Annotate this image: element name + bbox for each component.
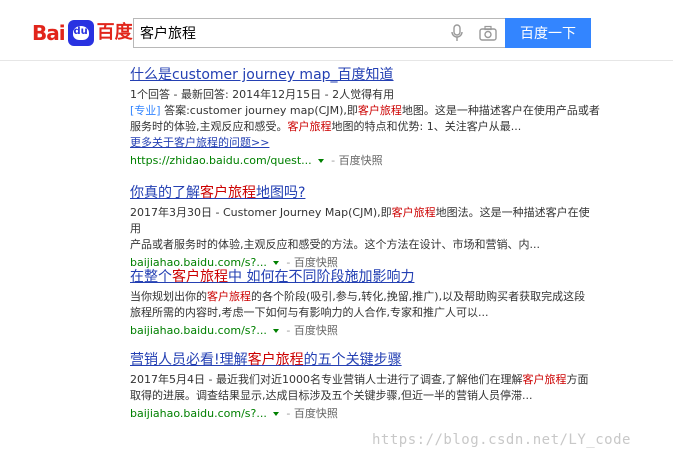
dropdown-arrow-icon[interactable]	[272, 328, 279, 333]
result-title-link[interactable]: 什么是customer journey map_百度知道	[130, 66, 600, 84]
result-title-text: 在整个	[130, 269, 172, 285]
abstract-text: 当你规划出你的	[130, 290, 207, 303]
snapshot-link[interactable]: 百度快照	[294, 407, 338, 420]
separator: -	[282, 324, 294, 337]
highlight-term: 客户旅程	[172, 269, 228, 285]
result-abstract: 当你规划出你的客户旅程的各个阶段(吸引,参与,转化,挽留,推广),以及帮助购买者…	[130, 289, 600, 321]
logo-du-text: du	[73, 26, 88, 37]
dropdown-arrow-icon[interactable]	[272, 411, 279, 416]
snapshot-link[interactable]: 百度快照	[294, 324, 338, 337]
result-abstract: 2017年3月30日 - Customer Journey Map(CJM),即…	[130, 205, 600, 253]
result-title-link[interactable]: 你真的了解客户旅程地图吗?	[130, 184, 600, 202]
result-title-text: 中 如何在不同阶段施加影响力	[228, 269, 415, 285]
separator: -	[282, 407, 294, 420]
search-result-1: 什么是customer journey map_百度知道 1个回答 - 最新回答…	[130, 66, 600, 169]
highlight-term: 客户旅程	[357, 104, 402, 117]
result-title-text: 营销人员必看!理解	[130, 352, 248, 368]
abstract-text: 旅程所需的内容时,考虑一下如何与有影响力的人合作,专家和推广人可以...	[130, 306, 489, 319]
highlight-term: 客户旅程	[207, 290, 251, 303]
result-title-link[interactable]: 营销人员必看!理解客户旅程的五个关键步骤	[130, 351, 600, 369]
result-title-text: 什么是customer journey map_百度知道	[130, 67, 394, 83]
highlight-term: 客户旅程	[391, 206, 436, 219]
result-url-line: https://zhidao.baidu.com/quest... - 百度快照	[130, 153, 600, 169]
result-url: baijiahao.baidu.com/s?...	[130, 324, 267, 337]
highlight-term: 客户旅程	[200, 185, 256, 201]
highlight-term: 客户旅程	[287, 120, 332, 133]
abstract-text: 服务时的体验,主观反应和感受。	[130, 120, 288, 133]
abstract-text: 2017年3月30日 - Customer Journey Map(CJM),即	[130, 206, 392, 219]
abstract-text: 方面	[566, 373, 589, 386]
logo-baidu-cn-text: 百度	[96, 22, 133, 43]
search-result-3: 在整个客户旅程中 如何在不同阶段施加影响力 当你规划出你的客户旅程的各个阶段(吸…	[130, 268, 600, 339]
snapshot-link[interactable]: 百度快照	[339, 154, 383, 167]
top-bar: Bai du 百度 百度一下	[0, 0, 673, 61]
result-url: https://zhidao.baidu.com/quest...	[130, 154, 312, 167]
search-box	[133, 18, 505, 48]
result-title-text: 你真的了解	[130, 185, 200, 201]
abstract-text: 答案:customer journey map(CJM),即	[160, 104, 358, 117]
result-url-line: baijiahao.baidu.com/s?... - 百度快照	[130, 406, 600, 422]
paw-icon: du	[67, 20, 94, 46]
dropdown-arrow-icon[interactable]	[317, 158, 324, 163]
abstract-text: 的各个阶段(吸引,参与,转化,挽留,推广),以及帮助购买者获取完成这段	[251, 290, 586, 303]
result-meta: 1个回答 - 最新回答: 2014年12月15日 - 2人觉得有用	[130, 88, 395, 101]
search-result-4: 营销人员必看!理解客户旅程的五个关键步骤 2017年5月4日 - 最近我们对近1…	[130, 351, 600, 422]
logo-bai-text: Bai	[32, 21, 66, 45]
more-questions-link[interactable]: 更多关于客户旅程的问题>>	[130, 135, 600, 151]
highlight-term: 客户旅程	[247, 352, 304, 368]
abstract-text: 2017年5月4日 - 最近我们对近1000名专业营销人士进行了调查,了解他们在…	[130, 373, 523, 386]
result-abstract: 2017年5月4日 - 最近我们对近1000名专业营销人士进行了调查,了解他们在…	[130, 372, 600, 404]
search-input[interactable]	[140, 23, 440, 43]
microphone-icon[interactable]	[450, 24, 464, 42]
camera-icon[interactable]	[479, 25, 497, 41]
result-title-link[interactable]: 在整个客户旅程中 如何在不同阶段施加影响力	[130, 268, 600, 286]
result-title-text: 的五个关键步骤	[303, 352, 402, 368]
watermark: https://blog.csdn.net/LY_code	[372, 432, 631, 448]
abstract-text: 取得的进展。调查结果显示,达成目标涉及五个关键步骤,但近一半的营销人员停滞...	[130, 389, 533, 402]
separator: -	[327, 154, 339, 167]
dropdown-arrow-icon[interactable]	[272, 260, 279, 265]
search-button[interactable]: 百度一下	[505, 18, 591, 48]
baidu-logo[interactable]: Bai du 百度	[32, 18, 133, 48]
abstract-text: 产品或者服务时的体验,主观反应和感受的方法。这个方法在设计、市场和营销、内...	[130, 238, 540, 251]
result-abstract: [专业] 答案:customer journey map(CJM),即客户旅程地…	[130, 103, 600, 135]
highlight-term: 客户旅程	[522, 373, 567, 386]
result-title-text: 地图吗?	[256, 185, 306, 201]
result-url: baijiahao.baidu.com/s?...	[130, 407, 267, 420]
search-result-2: 你真的了解客户旅程地图吗? 2017年3月30日 - Customer Jour…	[130, 184, 600, 271]
professional-tag: [专业]	[130, 104, 161, 117]
abstract-text: 地图。这是一种描述客户在使用产品或者	[401, 104, 600, 117]
abstract-text: 地图的特点和优势: 1、关注客户从最...	[331, 120, 522, 133]
result-url-line: baijiahao.baidu.com/s?... - 百度快照	[130, 323, 600, 339]
